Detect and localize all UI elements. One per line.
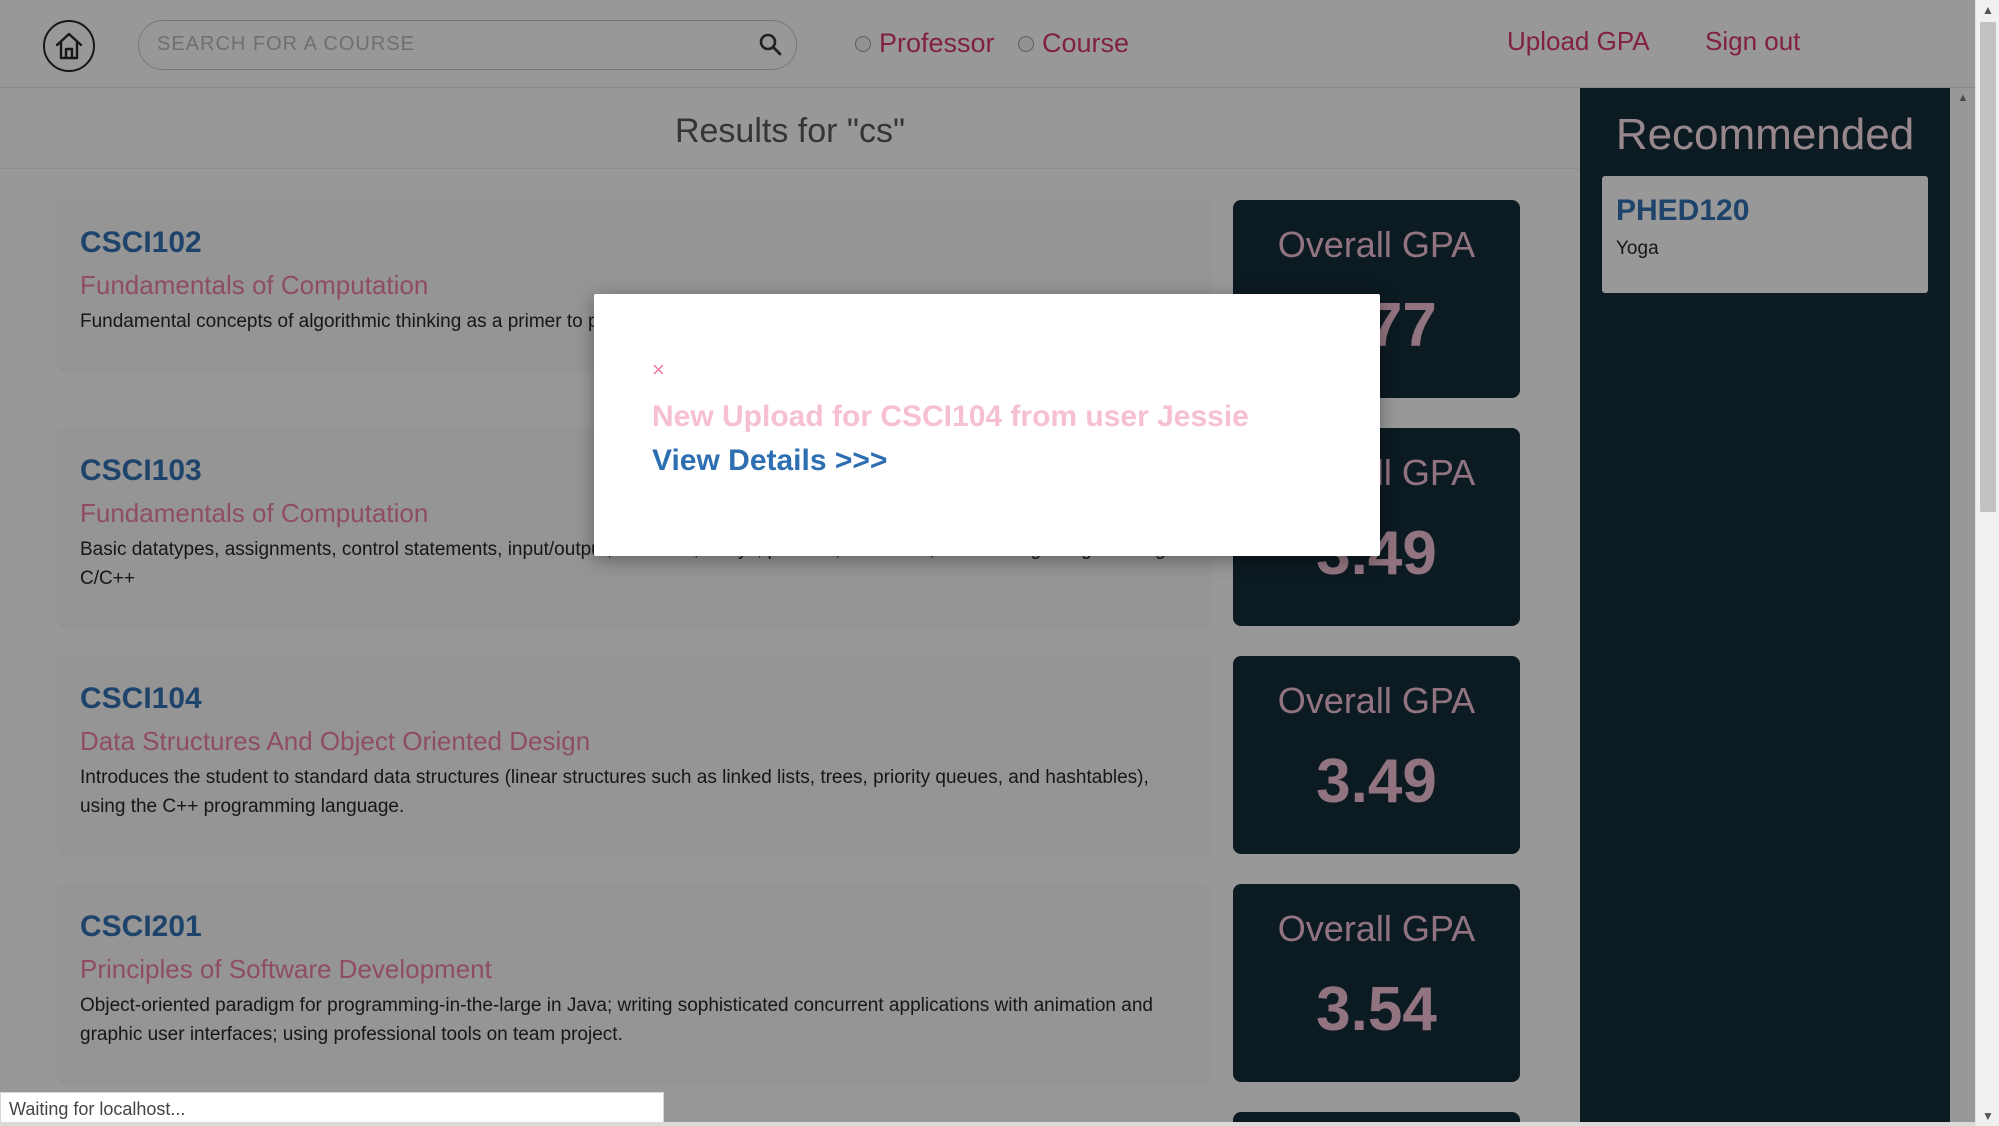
bottom-strip [0, 1122, 1975, 1126]
app-root: Professor Course Upload GPA Sign out Res… [0, 0, 1999, 1126]
scrollbar-thumb[interactable] [1980, 22, 1996, 512]
close-icon[interactable]: × [652, 359, 665, 381]
scroll-down-icon[interactable]: ▼ [1976, 1106, 1999, 1126]
page-scrollbar[interactable]: ▲ ▼ [1975, 0, 1999, 1126]
modal-overlay[interactable] [0, 0, 1975, 1126]
notification-modal: × New Upload for CSCI104 from user Jessi… [594, 294, 1380, 556]
scroll-up-icon[interactable]: ▲ [1976, 0, 1999, 20]
notification-message: New Upload for CSCI104 from user Jessie [652, 400, 1249, 433]
view-details-link[interactable]: View Details >>> [652, 444, 887, 478]
browser-status-bar: Waiting for localhost... [0, 1092, 664, 1126]
